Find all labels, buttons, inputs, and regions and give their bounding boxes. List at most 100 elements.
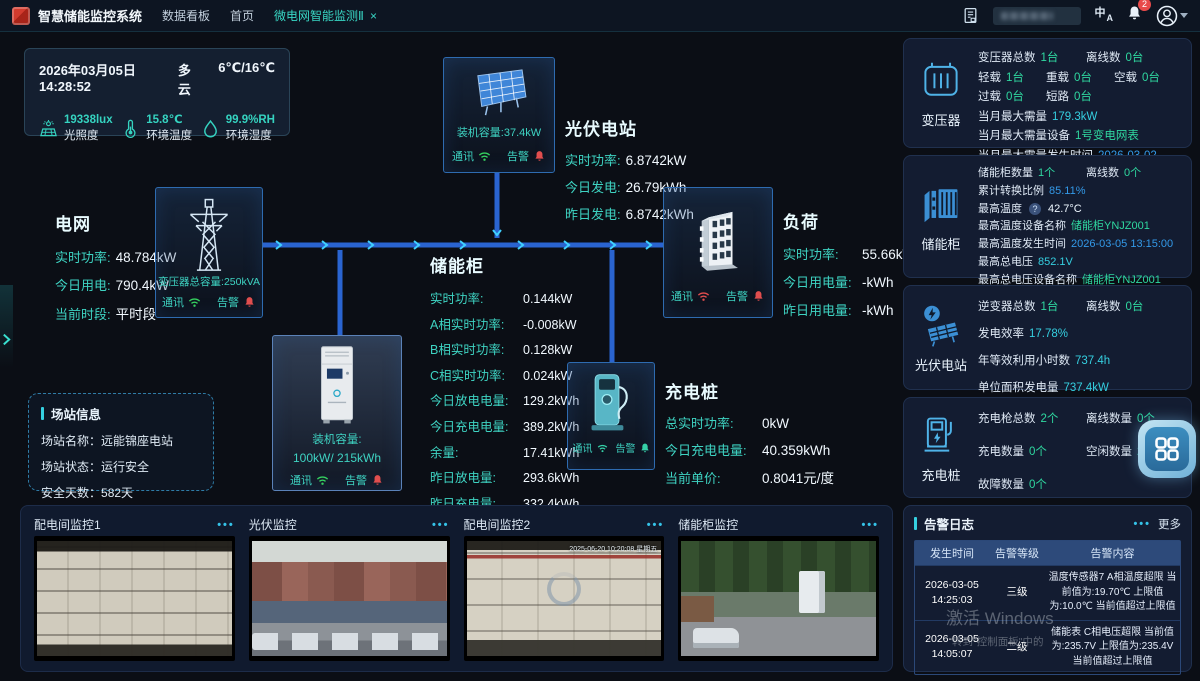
stat-label: 当月最大需量设备 (978, 127, 1070, 143)
notification-bell-icon[interactable]: 2 (1127, 5, 1142, 26)
irradiance-value: 19338lux (64, 113, 113, 129)
row-value: 0.144kW (523, 292, 572, 306)
pv-drop-line (490, 172, 504, 240)
alarm-row[interactable]: 2026-03-0514:05:07 二级 储能表 C相电压超限 当前值为:23… (915, 620, 1180, 675)
alarm-time: 14:05:07 (918, 647, 986, 662)
stat-label: 发电效率 (978, 325, 1024, 341)
document-icon[interactable] (962, 7, 979, 24)
stat-value: 0个 (1029, 476, 1047, 492)
help-question-icon[interactable]: ? (1029, 203, 1041, 215)
storage-node[interactable]: 装机容量: 100kW/ 215kWh 通讯 告警 (272, 335, 402, 491)
video-monitor-panel: 配电间监控1 ••• 光伏监控 ••• 配 (20, 505, 893, 672)
stat-value: 0台 (1074, 88, 1092, 104)
stat-label: 充电数量 (978, 443, 1024, 459)
user-avatar[interactable] (1156, 5, 1188, 27)
stat-value: 0台 (1126, 298, 1144, 314)
stat-label: 离线数 (1086, 164, 1119, 180)
outdoor-cabinet-shape (799, 571, 825, 613)
row-label: 实时功率: (55, 247, 111, 266)
charger-drop-line (606, 250, 618, 363)
humidity-label: 环境湿度 (226, 129, 275, 145)
stat-value: 1台 (1041, 298, 1059, 314)
alarm-label: 告警 (507, 148, 529, 164)
row-label: B相实时功率: (430, 339, 518, 358)
charging-pile-image (588, 371, 634, 435)
translate-icon[interactable]: 中A (1095, 8, 1114, 23)
solar-irradiance-icon (39, 119, 58, 138)
video-feed[interactable] (249, 536, 450, 661)
app-grid-icon (1152, 434, 1182, 464)
charger-node[interactable]: 通讯 告警 (567, 362, 655, 470)
notification-badge: 2 (1138, 0, 1151, 11)
video-menu-dots[interactable]: ••• (647, 519, 665, 531)
stat-label: 最高温度发生时间 (978, 235, 1066, 251)
title-bar-accent (41, 407, 44, 420)
stat-value: 0个 (1124, 164, 1141, 180)
stat-label: 过载 (978, 88, 1001, 104)
video-card-4: 储能柜监控 ••• (678, 513, 879, 661)
video-menu-dots[interactable]: ••• (217, 519, 235, 531)
stat-label: 离线数 (1086, 298, 1121, 314)
transformer-summary-panel: 变压器 变压器总数1台 离线数0台 轻载1台 重载0台 空载0台 过载0台 短路… (903, 38, 1192, 148)
row-label: 实时功率: (565, 150, 621, 169)
alarm-bell-icon (371, 474, 384, 486)
tab-close-icon[interactable]: × (370, 9, 377, 23)
sidebar-expand-handle[interactable] (0, 285, 13, 377)
row-label: 当前单价: (665, 468, 757, 487)
stat-value: 2026-03-05 13:15:00 (1071, 238, 1173, 250)
video-menu-dots[interactable]: ••• (861, 519, 879, 531)
video-menu-dots[interactable]: ••• (432, 519, 450, 531)
env-temp-label: 环境温度 (146, 129, 192, 145)
stat-label: 离线数 (1086, 49, 1121, 65)
nav-data-dashboard[interactable]: 数据看板 (162, 7, 210, 24)
storage-cabinet-image (313, 344, 361, 428)
grid-node[interactable]: 变压器总容量:250kVA 通讯 告警 (155, 187, 263, 318)
dirt-patch-shape (681, 596, 714, 621)
alarm-row[interactable]: 2026-03-0514:25:03 三级 温度传感器7 A相温度超限 当前值为… (915, 565, 1180, 620)
row-label: 今日用电量: (783, 272, 857, 291)
video-title: 光伏监控 (249, 516, 297, 533)
row-label: 今日放电电量: (430, 390, 518, 409)
wifi-icon (188, 296, 201, 308)
row-label: 安全天数： (41, 486, 101, 500)
video-title: 配电间监控2 (464, 516, 531, 533)
stat-value: 0台 (1142, 69, 1160, 85)
alarm-date: 2026-03-05 (918, 578, 986, 593)
storage-node-caption-2: 100kW/ 215kWh (293, 451, 381, 465)
charger-info: 充电桩 总实时功率:0kW 今日充电电量:40.359kWh 当前单价:0.80… (665, 378, 834, 487)
user-name-masked[interactable] (993, 7, 1081, 25)
alarm-bell-icon (533, 150, 546, 162)
row-value: -kWh (862, 303, 894, 318)
row-value: 0.8041元/度 (762, 467, 834, 487)
video-feed[interactable] (34, 536, 235, 661)
video-feed[interactable] (678, 536, 879, 661)
stat-value: 0台 (1074, 69, 1092, 85)
alarm-menu-dots[interactable]: ••• (1133, 518, 1151, 530)
transmission-tower-icon (180, 194, 238, 272)
video-card-1: 配电间监控1 ••• (34, 513, 235, 661)
quick-apps-floating-button[interactable] (1138, 420, 1196, 478)
alarm-level: 三级 (992, 585, 1042, 600)
pv-node-caption: 装机容量:37.4kW (457, 124, 541, 140)
alarm-label: 告警 (616, 440, 636, 455)
row-label: 今日充电电量: (430, 416, 518, 435)
row-label: 余量: (430, 442, 518, 461)
stat-label: 单位面积发电量 (978, 379, 1059, 395)
load-node[interactable]: 通讯 告警 (663, 187, 773, 318)
stat-label: 年等效利用小时数 (978, 352, 1070, 368)
row-label: 总实时功率: (665, 413, 757, 432)
panel-name: 充电桩 (921, 465, 960, 484)
row-label: 实时功率: (783, 244, 857, 263)
alarm-level: 二级 (992, 640, 1042, 655)
storage-drop-line (334, 250, 346, 336)
stat-value: 42.7°C (1048, 203, 1082, 215)
alarm-table: 发生时间 告警等级 告警内容 2026-03-0514:25:03 三级 温度传… (914, 540, 1181, 675)
pv-node[interactable]: 装机容量:37.4kW 通讯 告警 (443, 57, 555, 173)
alarm-more-link[interactable]: 更多 (1158, 516, 1181, 532)
row-value: 0kW (762, 416, 789, 431)
wifi-icon (316, 474, 329, 486)
tab-microgrid-monitor[interactable]: 微电网智能监测Ⅱ × (274, 7, 377, 24)
tab-home[interactable]: 首页 (230, 7, 254, 24)
video-feed[interactable]: 2025-06-20 10:20:08 星期五 (464, 536, 665, 661)
station-info-title: 场站信息 (51, 404, 101, 423)
